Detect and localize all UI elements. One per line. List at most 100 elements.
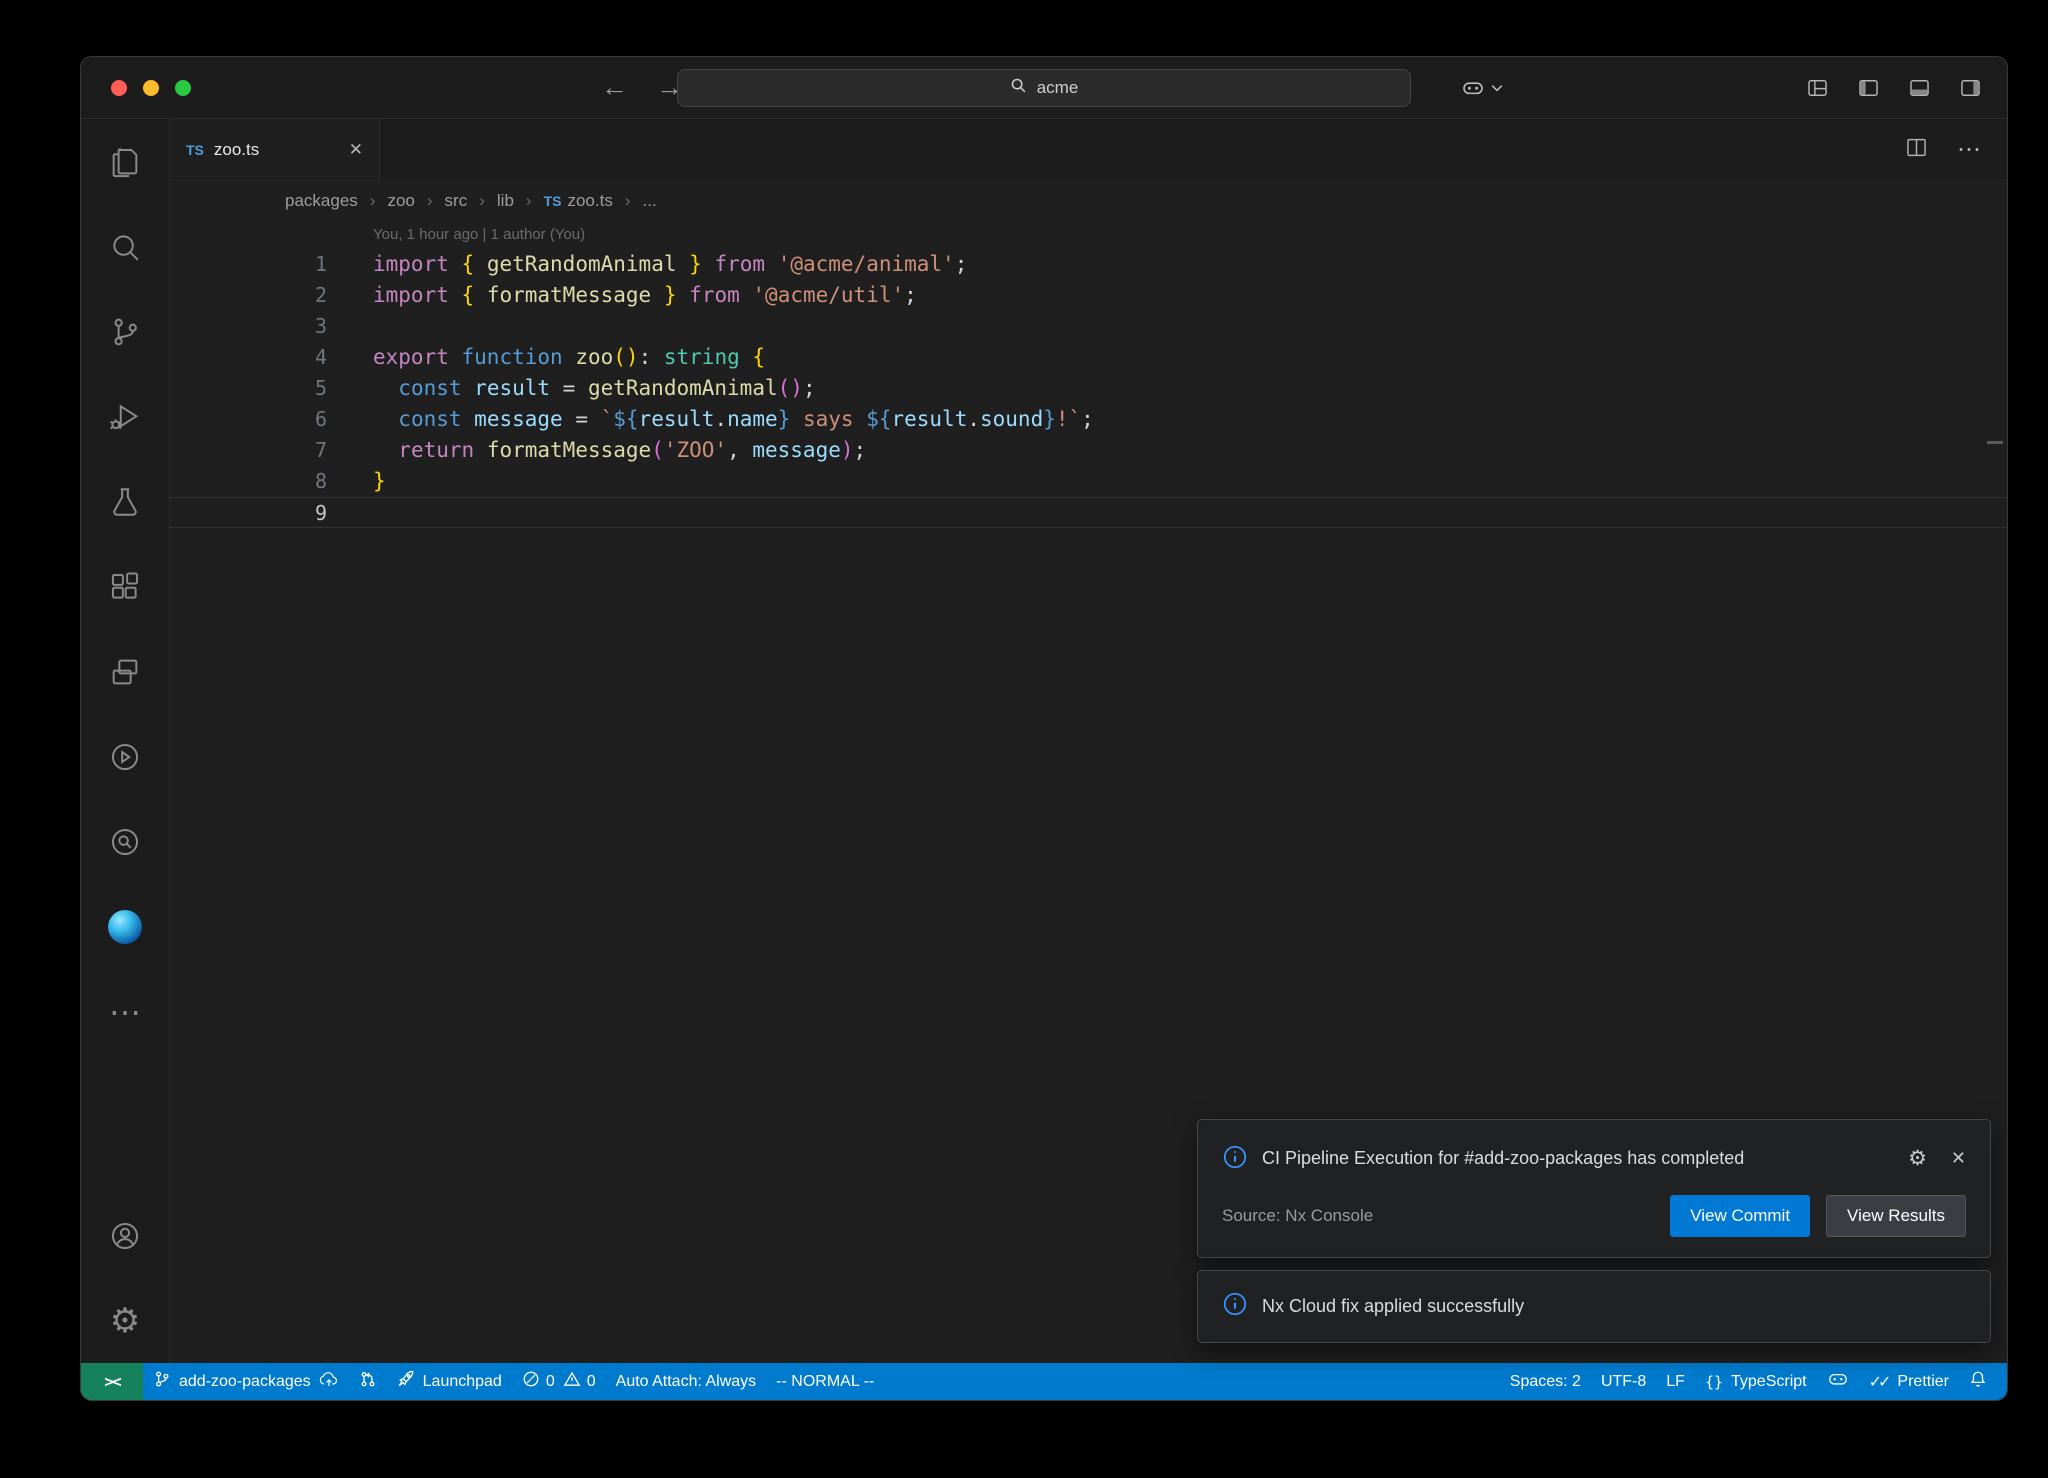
line-number: 6 bbox=[170, 404, 350, 435]
copilot-status-item[interactable] bbox=[1817, 1363, 1859, 1400]
view-commit-button[interactable]: View Commit bbox=[1670, 1195, 1810, 1237]
language-label: TypeScript bbox=[1731, 1373, 1807, 1391]
explorer-icon[interactable] bbox=[81, 119, 169, 204]
tab-zoo-ts[interactable]: TS zoo.ts ✕ bbox=[170, 119, 380, 180]
edge-browser-icon[interactable] bbox=[81, 884, 169, 969]
view-results-button[interactable]: View Results bbox=[1826, 1195, 1966, 1237]
zoom-window-button[interactable] bbox=[175, 80, 191, 96]
close-tab-icon[interactable]: ✕ bbox=[349, 140, 363, 160]
code-line[interactable]: 6 const message = `${result.name} says $… bbox=[170, 404, 2007, 435]
titlebar: ← → acme bbox=[81, 57, 2007, 119]
close-window-button[interactable] bbox=[111, 80, 127, 96]
notification-title: CI Pipeline Execution for #add-zoo-packa… bbox=[1262, 1144, 1782, 1174]
language-mode-item[interactable]: {} TypeScript bbox=[1695, 1363, 1817, 1400]
status-bar: >< add-zoo-packages bbox=[81, 1363, 2007, 1400]
search-view-icon[interactable] bbox=[81, 204, 169, 289]
vscode-window: ← → acme bbox=[80, 56, 2008, 1401]
statusbar-right: Spaces: 2 UTF-8 LF {} TypeScript ✓✓ Pret… bbox=[1500, 1363, 2007, 1400]
git-compare-item[interactable] bbox=[349, 1363, 387, 1400]
notification-close-icon[interactable]: ✕ bbox=[1951, 1148, 1966, 1169]
command-center-search[interactable]: acme bbox=[677, 69, 1411, 107]
settings-gear-icon[interactable]: ⚙ bbox=[81, 1278, 169, 1363]
code-text bbox=[350, 498, 373, 527]
line-number: 5 bbox=[170, 373, 350, 404]
info-icon bbox=[1222, 1144, 1248, 1175]
toggle-primary-sidebar-icon[interactable] bbox=[1858, 77, 1879, 98]
code-line[interactable]: 2import { formatMessage } from '@acme/ut… bbox=[170, 280, 2007, 311]
chevron-right-icon: › bbox=[479, 191, 485, 211]
notifications-bell-item[interactable] bbox=[1959, 1363, 1997, 1400]
prettier-item[interactable]: ✓✓ Prettier bbox=[1859, 1363, 1959, 1400]
more-actions-icon[interactable]: ⋯ bbox=[1957, 135, 1981, 164]
code-line[interactable]: 9 bbox=[170, 497, 2007, 528]
breadcrumb-overflow[interactable]: ... bbox=[643, 191, 657, 211]
chevron-right-icon: › bbox=[526, 191, 532, 211]
copilot-menu[interactable] bbox=[1461, 78, 1503, 98]
rocket-icon bbox=[397, 1370, 415, 1393]
notification-nx-cloud-fix: Nx Cloud fix applied successfully bbox=[1197, 1270, 1991, 1343]
extensions-icon[interactable] bbox=[81, 544, 169, 629]
breadcrumb-item[interactable]: src bbox=[445, 191, 468, 211]
breadcrumb-item[interactable]: packages bbox=[285, 191, 358, 211]
problems-item[interactable]: 0 0 bbox=[512, 1363, 606, 1400]
toggle-panel-icon[interactable] bbox=[1909, 77, 1930, 98]
git-compare-icon bbox=[359, 1370, 377, 1393]
git-branch-item[interactable]: add-zoo-packages bbox=[143, 1363, 349, 1400]
code-line[interactable]: 3 bbox=[170, 311, 2007, 342]
code-line[interactable]: 1import { getRandomAnimal } from '@acme/… bbox=[170, 249, 2007, 280]
notification-title: Nx Cloud fix applied successfully bbox=[1262, 1296, 1524, 1317]
breadcrumb-file[interactable]: TS zoo.ts bbox=[544, 191, 613, 211]
search-icon bbox=[1010, 77, 1027, 99]
source-control-icon[interactable] bbox=[81, 289, 169, 374]
account-icon[interactable] bbox=[81, 1193, 169, 1278]
code-text: const result = getRandomAnimal(); bbox=[350, 373, 816, 404]
nx-cloud-icon[interactable] bbox=[81, 799, 169, 884]
code-line[interactable]: 7 return formatMessage('ZOO', message); bbox=[170, 435, 2007, 466]
code-line[interactable]: 5 const result = getRandomAnimal(); bbox=[170, 373, 2007, 404]
split-editor-icon[interactable] bbox=[1906, 134, 1927, 165]
warning-count: 0 bbox=[587, 1373, 596, 1391]
gitlens-annotation[interactable]: You, 1 hour ago | 1 author (You) bbox=[170, 221, 2007, 249]
remote-indicator[interactable]: >< bbox=[81, 1363, 143, 1400]
window-controls bbox=[111, 80, 191, 96]
customize-layout-icon[interactable] bbox=[1807, 77, 1828, 98]
overview-ruler-mark bbox=[1987, 441, 2003, 444]
cloud-upload-icon bbox=[319, 1371, 339, 1393]
line-number: 4 bbox=[170, 342, 350, 373]
vim-mode-item[interactable]: -- NORMAL -- bbox=[766, 1363, 884, 1400]
ellipsis-icon: ⋯ bbox=[109, 993, 141, 1031]
breadcrumb: packages › zoo › src › lib › TS zoo.ts ›… bbox=[170, 181, 2007, 221]
code-line[interactable]: 4export function zoo(): string { bbox=[170, 342, 2007, 373]
indentation-item[interactable]: Spaces: 2 bbox=[1500, 1363, 1591, 1400]
line-number: 9 bbox=[170, 498, 350, 527]
remote-explorer-icon[interactable] bbox=[81, 629, 169, 714]
line-number: 7 bbox=[170, 435, 350, 466]
error-count: 0 bbox=[546, 1373, 555, 1391]
encoding-item[interactable]: UTF-8 bbox=[1591, 1363, 1656, 1400]
testing-icon[interactable] bbox=[81, 459, 169, 544]
launchpad-label: Launchpad bbox=[423, 1373, 502, 1391]
breadcrumb-item[interactable]: lib bbox=[497, 191, 514, 211]
nx-console-icon[interactable] bbox=[81, 714, 169, 799]
notification-ci-pipeline: CI Pipeline Execution for #add-zoo-packa… bbox=[1197, 1119, 1991, 1258]
bell-icon bbox=[1969, 1370, 1987, 1393]
auto-attach-item[interactable]: Auto Attach: Always bbox=[606, 1363, 767, 1400]
code-text bbox=[350, 311, 373, 342]
minimize-window-button[interactable] bbox=[143, 80, 159, 96]
code-line[interactable]: 8} bbox=[170, 466, 2007, 497]
launchpad-item[interactable]: Launchpad bbox=[387, 1363, 512, 1400]
tab-bar: TS zoo.ts ✕ ⋯ bbox=[170, 119, 2007, 181]
notification-settings-icon[interactable]: ⚙ bbox=[1908, 1146, 1927, 1170]
warning-icon bbox=[563, 1370, 581, 1393]
code-text: import { getRandomAnimal } from '@acme/a… bbox=[350, 249, 967, 280]
toggle-secondary-sidebar-icon[interactable] bbox=[1960, 77, 1981, 98]
back-button[interactable]: ← bbox=[601, 72, 628, 103]
run-debug-icon[interactable] bbox=[81, 374, 169, 459]
code-text: const message = `${result.name} says ${r… bbox=[350, 404, 1094, 435]
history-navigation: ← → bbox=[601, 57, 683, 118]
eol-item[interactable]: LF bbox=[1656, 1363, 1695, 1400]
breadcrumb-item[interactable]: zoo bbox=[387, 191, 414, 211]
copilot-icon bbox=[1461, 78, 1485, 98]
notification-source: Source: Nx Console bbox=[1222, 1206, 1373, 1226]
more-views-icon[interactable]: ⋯ bbox=[81, 969, 169, 1054]
